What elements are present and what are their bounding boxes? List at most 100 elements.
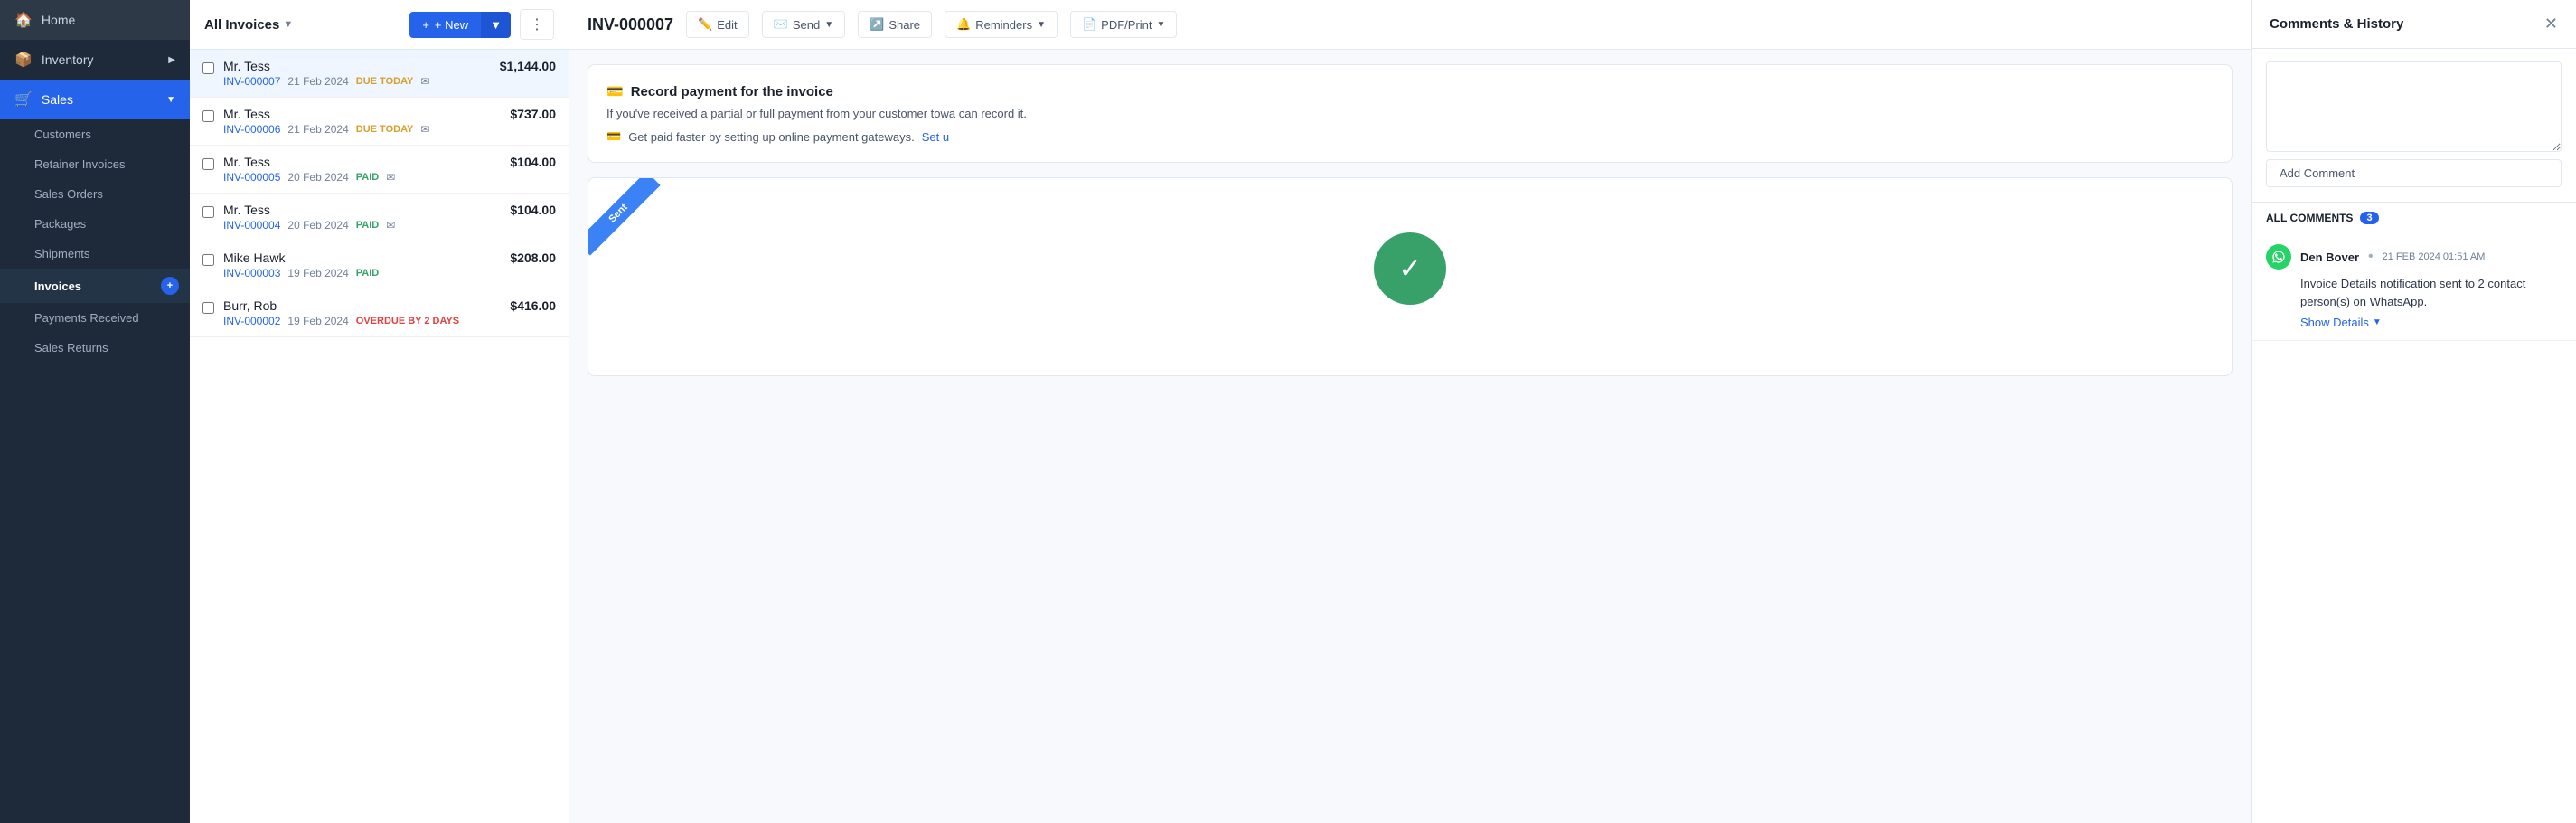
table-row[interactable]: Mr. Tess INV-000005 20 Feb 2024 PAID ✉ $…	[190, 146, 569, 194]
comment-textarea[interactable]	[2266, 61, 2562, 152]
invoice-date: 20 Feb 2024	[287, 171, 348, 184]
invoice-amount-col: $208.00	[510, 251, 556, 265]
new-button-label: + New	[435, 18, 468, 32]
add-comment-button[interactable]: Add Comment	[2266, 159, 2562, 187]
sidebar-item-payments-received[interactable]: Payments Received	[0, 303, 190, 333]
row-checkbox[interactable]	[202, 254, 214, 266]
table-row[interactable]: Mr. Tess INV-000004 20 Feb 2024 PAID ✉ $…	[190, 194, 569, 241]
send-icon: ✉️	[774, 17, 788, 32]
invoice-number: INV-000004	[223, 219, 280, 232]
invoice-preview-area: Sent ✓	[588, 177, 2233, 376]
more-options-button[interactable]: ⋮	[520, 9, 554, 40]
sidebar-sub-label: Customers	[34, 128, 91, 141]
status-badge: PAID	[356, 268, 379, 279]
row-checkbox[interactable]	[202, 206, 214, 218]
new-button-group: + + New ▼	[409, 12, 511, 38]
add-comment-label: Add Comment	[2280, 166, 2355, 180]
all-comments-label: ALL COMMENTS	[2266, 212, 2353, 224]
sidebar-item-customers[interactable]: Customers	[0, 119, 190, 149]
send-button[interactable]: ✉️ Send ▼	[762, 11, 845, 38]
row-checkbox[interactable]	[202, 62, 214, 74]
invoice-detail-title: INV-000007	[588, 15, 673, 34]
invoice-detail-header: INV-000007 ✏️ Edit ✉️ Send ▼ ↗️ Share 🔔 …	[569, 0, 2251, 50]
sidebar-item-label: Inventory	[42, 52, 94, 67]
customer-name: Mr. Tess	[223, 107, 501, 121]
all-invoices-label: All Invoices	[204, 17, 279, 33]
invoice-detail: INV-000007 ✏️ Edit ✉️ Send ▼ ↗️ Share 🔔 …	[569, 0, 2251, 823]
invoice-row-content: Mr. Tess INV-000007 21 Feb 2024 DUE TODA…	[223, 59, 491, 88]
setup-link[interactable]: Set u	[922, 130, 949, 144]
table-row[interactable]: Mr. Tess INV-000006 21 Feb 2024 DUE TODA…	[190, 98, 569, 146]
status-badge: OVERDUE BY 2 DAYS	[356, 316, 459, 326]
invoice-number: INV-000007	[223, 75, 280, 88]
sidebar-item-shipments[interactable]: Shipments	[0, 239, 190, 269]
reminders-label: Reminders	[975, 18, 1032, 32]
sidebar-sub-label: Packages	[34, 217, 86, 231]
record-payment-box: 💳 Record payment for the invoice If you'…	[588, 64, 2233, 163]
invoice-amount-col: $1,144.00	[500, 59, 556, 73]
sidebar-item-packages[interactable]: Packages	[0, 209, 190, 239]
sent-ribbon: Sent	[588, 178, 661, 256]
sidebar-item-invoices[interactable]: Invoices +	[0, 269, 190, 303]
sales-icon: 🛒	[14, 90, 33, 109]
sidebar-item-sales-returns[interactable]: Sales Returns	[0, 333, 190, 363]
new-button[interactable]: + + New	[409, 12, 481, 38]
invoice-amount: $737.00	[510, 107, 556, 121]
chevron-down-icon: ▼	[283, 19, 293, 30]
new-button-dropdown[interactable]: ▼	[481, 12, 511, 38]
edit-button[interactable]: ✏️ Edit	[686, 11, 749, 38]
reminders-icon: 🔔	[956, 17, 971, 32]
customer-name: Mr. Tess	[223, 59, 491, 73]
invoice-amount: $208.00	[510, 251, 556, 265]
reminders-button[interactable]: 🔔 Reminders ▼	[945, 11, 1058, 38]
share-button[interactable]: ↗️ Share	[858, 11, 932, 38]
row-checkbox[interactable]	[202, 158, 214, 170]
row-checkbox[interactable]	[202, 110, 214, 122]
comment-author: Den Bover	[2300, 251, 2359, 264]
invoice-meta: INV-000007 21 Feb 2024 DUE TODAY ✉	[223, 75, 491, 88]
record-payment-label: Record payment for the invoice	[631, 84, 833, 99]
record-payment-description: If you've received a partial or full pay…	[606, 107, 2214, 120]
invoice-list-title[interactable]: All Invoices ▼	[204, 17, 293, 33]
invoice-row-content: Mike Hawk INV-000003 19 Feb 2024 PAID	[223, 251, 501, 279]
comment-timestamp: 21 FEB 2024 01:51 AM	[2383, 251, 2486, 262]
invoice-list: All Invoices ▼ + + New ▼ ⋮ Mr. Tess INV-…	[190, 0, 569, 823]
sidebar-item-retainer-invoices[interactable]: Retainer Invoices	[0, 149, 190, 179]
pdf-print-button[interactable]: 📄 PDF/Print ▼	[1070, 11, 1177, 38]
check-icon: ✓	[1398, 253, 1421, 285]
customer-name: Mr. Tess	[223, 203, 501, 217]
invoice-row-content: Burr, Rob INV-000002 19 Feb 2024 OVERDUE…	[223, 298, 501, 327]
table-row[interactable]: Burr, Rob INV-000002 19 Feb 2024 OVERDUE…	[190, 289, 569, 337]
invoice-amount-col: $737.00	[510, 107, 556, 121]
envelope-icon: ✉	[420, 75, 429, 88]
share-label: Share	[888, 18, 920, 32]
invoice-amount: $104.00	[510, 155, 556, 169]
comment-text: Invoice Details notification sent to 2 c…	[2300, 275, 2562, 310]
invoice-date: 19 Feb 2024	[287, 267, 348, 279]
sidebar-item-sales-orders[interactable]: Sales Orders	[0, 179, 190, 209]
chevron-down-icon: ▼	[824, 20, 833, 30]
invoice-number: INV-000006	[223, 123, 280, 136]
table-row[interactable]: Mr. Tess INV-000007 21 Feb 2024 DUE TODA…	[190, 50, 569, 98]
sidebar-item-inventory[interactable]: 📦 Inventory ▶	[0, 40, 190, 80]
row-checkbox[interactable]	[202, 302, 214, 314]
sidebar-sub-label: Sales Orders	[34, 187, 103, 201]
sidebar-item-sales[interactable]: 🛒 Sales ▼	[0, 80, 190, 119]
status-badge: PAID	[356, 172, 379, 183]
close-comments-button[interactable]: ✕	[2544, 14, 2558, 33]
list-item: Den Bover • 21 FEB 2024 01:51 AM Invoice…	[2252, 233, 2576, 341]
home-icon: 🏠	[14, 11, 33, 29]
chevron-down-icon: ▼	[1157, 20, 1166, 30]
invoice-list-header: All Invoices ▼ + + New ▼ ⋮	[190, 0, 569, 50]
invoice-meta: INV-000005 20 Feb 2024 PAID ✉	[223, 171, 501, 184]
comment-count-badge: 3	[2360, 212, 2378, 224]
table-row[interactable]: Mike Hawk INV-000003 19 Feb 2024 PAID $2…	[190, 241, 569, 289]
status-badge: PAID	[356, 220, 379, 231]
sidebar-item-home[interactable]: 🏠 Home	[0, 0, 190, 40]
envelope-icon: ✉	[386, 171, 395, 184]
all-comments-section: ALL COMMENTS 3	[2252, 202, 2576, 233]
show-details-label: Show Details	[2300, 316, 2369, 329]
envelope-icon: ✉	[386, 219, 395, 232]
show-details-button[interactable]: Show Details ▼	[2300, 316, 2382, 329]
plus-icon: +	[422, 18, 429, 32]
